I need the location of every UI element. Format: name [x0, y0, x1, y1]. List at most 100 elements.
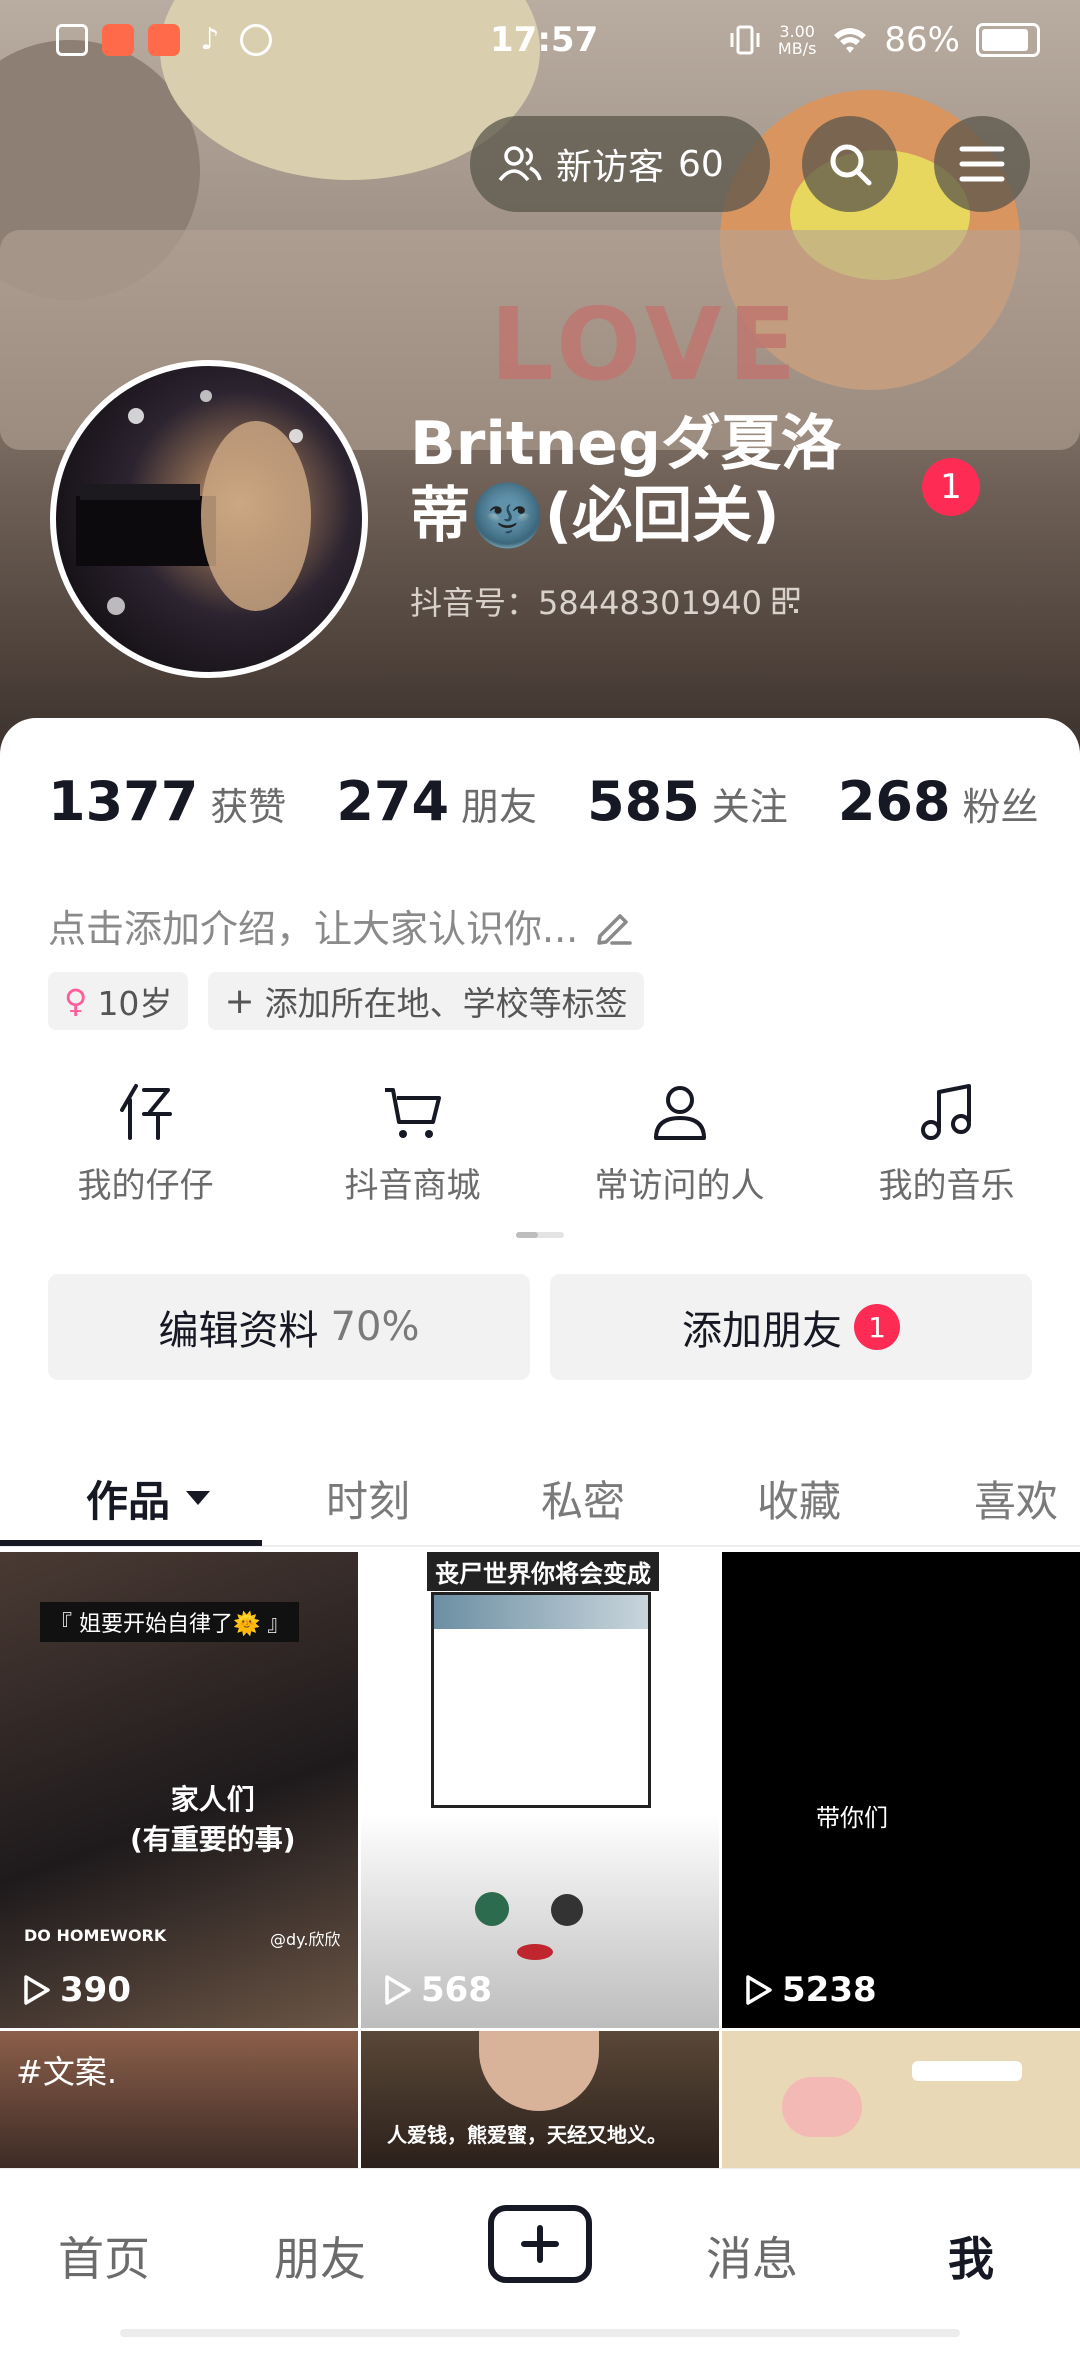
create-button[interactable]	[488, 2205, 592, 2283]
people-icon	[498, 146, 542, 182]
shortcut-mall[interactable]: 抖音商城	[279, 1080, 546, 1207]
cart-icon	[384, 1088, 441, 1138]
video-tile[interactable]: #文案.	[0, 2031, 358, 2171]
video-tile[interactable]: 人爱钱，熊爱蜜，天经又地义。	[361, 2031, 719, 2171]
stat-followers[interactable]: 268 粉丝	[838, 770, 1039, 833]
stat-value: 1377	[48, 770, 199, 833]
stat-value: 585	[587, 770, 700, 833]
stat-value: 268	[837, 770, 951, 833]
caret-down-icon	[186, 1491, 211, 1505]
tab-moments[interactable]: 时刻	[326, 1468, 410, 1529]
stat-following[interactable]: 585 关注	[587, 770, 788, 833]
battery-percent: 86%	[884, 20, 960, 60]
douyin-id[interactable]: 抖音号：58448301940	[410, 578, 800, 624]
nav-messages[interactable]: 消息	[706, 2223, 798, 2289]
shortcut-zaizai[interactable]: 我的仔仔	[12, 1080, 279, 1207]
video-tile[interactable]: 带你们 5238	[722, 1552, 1080, 2028]
person-icon	[653, 1086, 706, 1140]
tab-likes[interactable]: 喜欢	[974, 1468, 1058, 1529]
add-friend-label: 添加朋友	[682, 1308, 842, 1354]
edit-profile-button[interactable]: 编辑资料 70%	[48, 1274, 530, 1380]
video-caption: DO HOMEWORK	[24, 1926, 167, 1945]
play-count: 5238	[740, 1970, 877, 2010]
video-tile[interactable]: 『 姐要开始自律了🌞 』 家人们 (有重要的事) DO HOMEWORK @dy…	[0, 1552, 358, 2028]
heart-icon	[782, 2077, 862, 2137]
add-tags-label: 添加所在地、学校等标签	[264, 984, 628, 1023]
tab-works[interactable]: 作品	[86, 1468, 212, 1529]
stats-row: 1377 获赞 274 朋友 585 关注 268 粉丝	[48, 770, 1039, 833]
edit-pencil-icon	[597, 913, 632, 945]
status-icons: ♪	[56, 24, 272, 56]
add-tags-button[interactable]: + 添加所在地、学校等标签	[208, 972, 644, 1030]
profile-name-line1: Britnegダ夏洛	[410, 409, 841, 479]
video-tile[interactable]: 丧尸世界你将会变成 568	[361, 1552, 719, 2028]
play-icon	[24, 1975, 50, 2005]
nav-friends[interactable]: 朋友	[274, 2223, 366, 2289]
notification-badge[interactable]: 1	[922, 458, 980, 516]
video-tile[interactable]	[722, 2031, 1080, 2171]
plus-icon: +	[224, 980, 255, 1022]
shortcut-label: 我的音乐	[878, 1166, 1015, 1206]
active-tab-indicator	[0, 1540, 262, 1546]
status-bar: ♪ 17:57 3.00 MB/s 86%	[0, 0, 1080, 84]
stat-value: 274	[336, 770, 450, 833]
app-icon	[148, 24, 180, 56]
stat-label: 获赞	[210, 785, 287, 829]
shortcut-music[interactable]: 我的音乐	[813, 1080, 1080, 1207]
nav-home[interactable]: 首页	[58, 2223, 150, 2289]
banner-decor-text: LOVE	[490, 286, 803, 403]
bottom-nav: 首页 朋友 消息 我	[0, 2168, 1080, 2341]
status-right: 3.00 MB/s 86%	[728, 20, 1040, 60]
video-decor	[912, 2061, 1022, 2081]
douyin-id-text: 抖音号：58448301940	[410, 584, 762, 622]
avatar[interactable]	[50, 360, 368, 678]
video-decor	[517, 1944, 553, 1960]
shortcut-row: 我的仔仔 抖音商城 常访问的人 我的音乐	[0, 1080, 1080, 1207]
add-friend-badge: 1	[854, 1304, 900, 1350]
zaizai-icon	[119, 1084, 172, 1140]
wifi-icon	[834, 28, 867, 53]
play-count: 390	[18, 1970, 131, 2010]
add-friend-button[interactable]: 添加朋友 1	[550, 1274, 1032, 1380]
tab-label: 作品	[86, 1476, 171, 1526]
video-decor	[479, 2031, 599, 2111]
profile-completion: 70%	[330, 1304, 420, 1350]
play-count-value: 390	[60, 1970, 131, 2010]
stat-friends[interactable]: 274 朋友	[336, 770, 537, 833]
app-icon	[240, 24, 272, 56]
play-count-value: 5238	[782, 1970, 877, 2010]
tab-favorites[interactable]: 收藏	[757, 1468, 841, 1529]
music-note-icon	[920, 1084, 971, 1140]
visitor-label: 新访客	[556, 147, 665, 188]
nav-me[interactable]: 我	[948, 2223, 994, 2289]
bio-field[interactable]: 点击添加介绍，让大家认识你...	[48, 898, 634, 953]
hamburger-icon	[959, 146, 1005, 182]
profile-name: Britnegダ夏洛 蒂🌚(必回关)	[410, 408, 910, 552]
shortcut-pager	[516, 1232, 564, 1238]
shortcut-label: 常访问的人	[594, 1166, 765, 1206]
tiktok-icon: ♪	[200, 22, 220, 57]
edit-profile-label: 编辑资料	[158, 1308, 319, 1354]
shortcut-frequent[interactable]: 常访问的人	[546, 1080, 813, 1207]
clock: 17:57	[490, 20, 599, 60]
new-visitors-button[interactable]: 新访客 60	[470, 116, 770, 212]
video-caption: 『 姐要开始自律了🌞 』	[40, 1602, 300, 1642]
tab-private[interactable]: 私密	[541, 1468, 625, 1529]
stat-label: 粉丝	[962, 785, 1039, 829]
shortcut-label: 抖音商城	[344, 1166, 481, 1206]
play-icon	[746, 1975, 772, 2005]
tags-row: ♀ 10岁 + 添加所在地、学校等标签	[48, 972, 644, 1030]
search-icon	[830, 144, 872, 186]
stat-likes[interactable]: 1377 获赞	[48, 770, 286, 833]
search-button[interactable]	[802, 116, 898, 212]
video-caption: 家人们 (有重要的事)	[130, 1783, 296, 1856]
stat-label: 关注	[711, 785, 788, 829]
age-tag[interactable]: ♀ 10岁	[48, 972, 189, 1030]
avatar-image	[76, 390, 311, 615]
female-symbol-icon: ♀	[64, 982, 88, 1020]
video-caption: 人爱钱，熊爱蜜，天经又地义。	[387, 2123, 667, 2147]
app-icon	[102, 24, 134, 56]
menu-button[interactable]	[934, 116, 1030, 212]
video-caption: #文案.	[16, 2053, 117, 2091]
battery-icon	[976, 23, 1040, 57]
